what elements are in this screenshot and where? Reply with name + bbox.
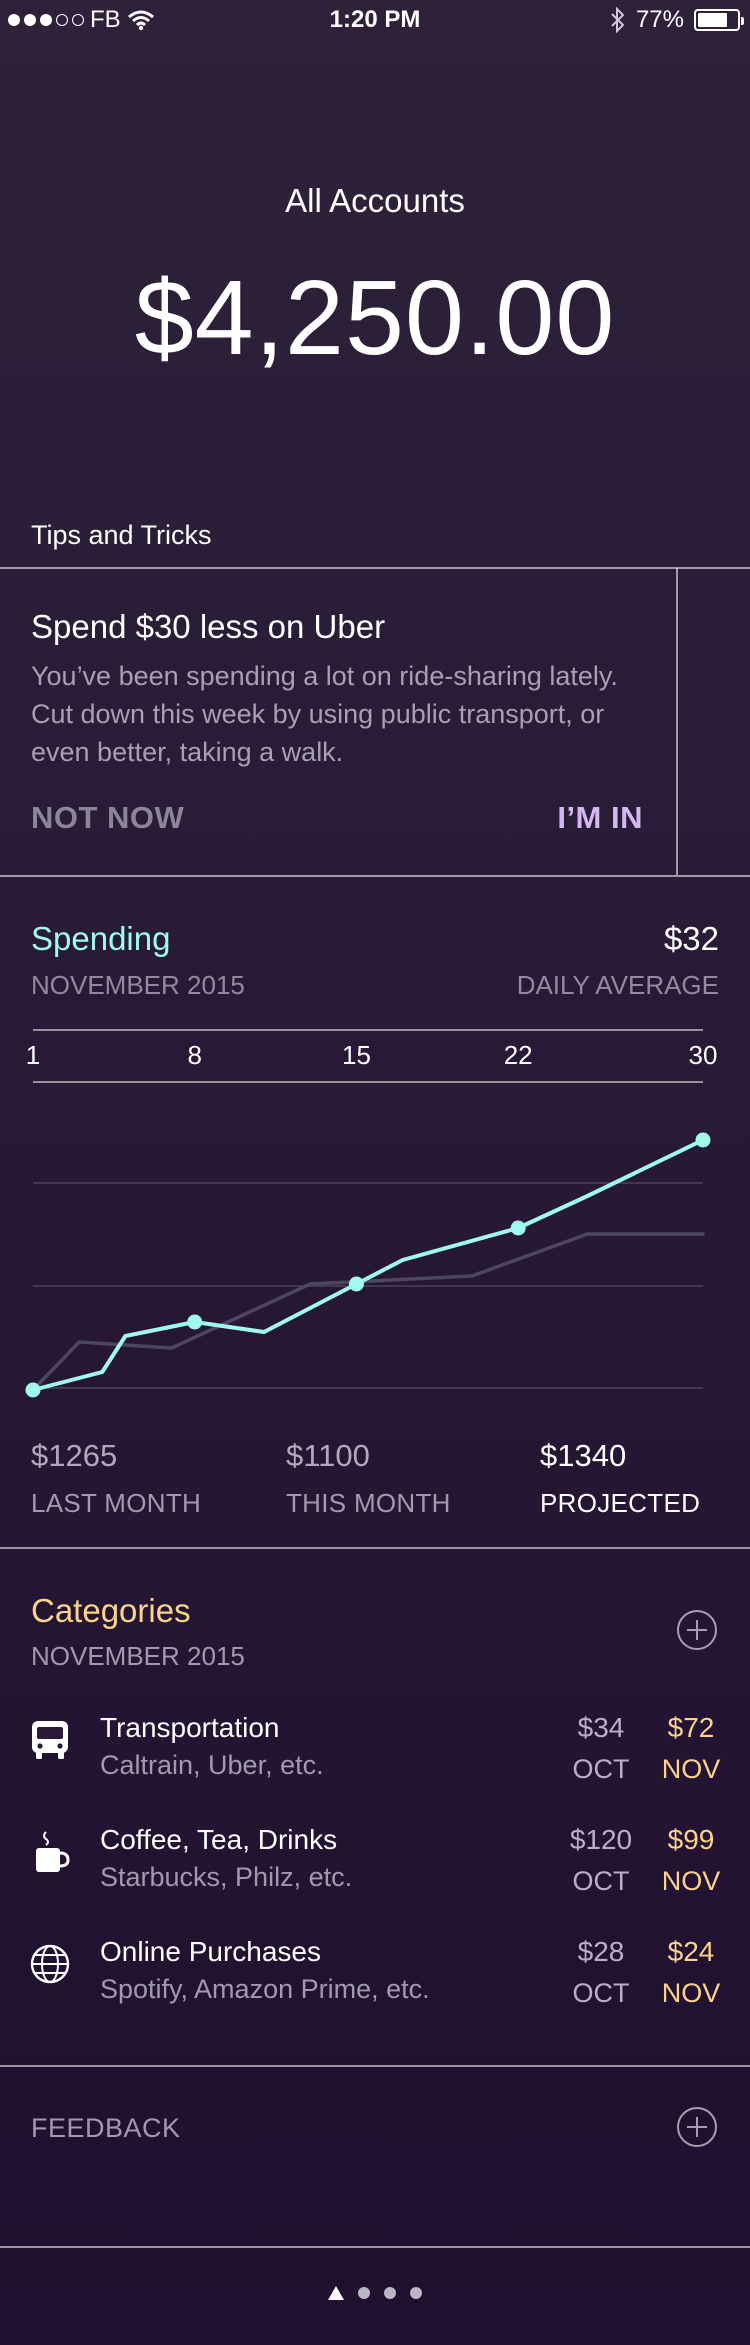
nov-value: $24 (667, 1936, 715, 1967)
page-dot[interactable] (384, 2287, 396, 2299)
oct-value: $120 (569, 1824, 633, 1855)
stat-projected: $1340 PROJECTED (540, 1438, 700, 1519)
category-row-transportation[interactable]: Transportation Caltrain, Uber, etc. $34 … (0, 1712, 750, 1792)
total-balance: $4,250.00 (134, 259, 616, 377)
category-name: Coffee, Tea, Drinks (100, 1824, 338, 1855)
accounts-title: All Accounts (285, 182, 465, 219)
add-category-button[interactable] (677, 1610, 717, 1650)
nov-label: NOV (661, 1978, 721, 2008)
category-name: Online Purchases (100, 1936, 322, 1967)
globe-icon (30, 1944, 70, 1984)
x-tick-label: 8 (187, 1040, 201, 1070)
tips-section-label: Tips and Tricks (31, 520, 212, 550)
not-now-button[interactable]: NOT NOW (31, 800, 184, 836)
category-name: Transportation (100, 1712, 280, 1743)
category-desc: Starbucks, Philz, etc. (100, 1862, 353, 1892)
current-page-indicator[interactable] (328, 2286, 344, 2300)
spending-line-chart: 1 8 15 22 30 (25, 1029, 718, 1398)
this-month-series-line (31, 1138, 705, 1392)
oct-label: OCT (572, 1866, 630, 1896)
nov-column: $24 NOV (646, 1936, 736, 2009)
categories-title: Categories (31, 1592, 191, 1629)
nov-value: $72 (667, 1712, 715, 1743)
daily-average-value: $32 (663, 920, 719, 957)
data-point (187, 1314, 203, 1330)
data-point (510, 1220, 526, 1236)
im-in-button[interactable]: I’M IN (557, 800, 643, 836)
oct-column: $28 OCT (556, 1936, 646, 2009)
stat-value: $1340 (540, 1438, 627, 1473)
nov-column: $72 NOV (646, 1712, 736, 1785)
status-bar: FB 1:20 PM 77% (0, 0, 750, 40)
spending-period: NOVEMBER 2015 (31, 970, 245, 1000)
page-indicator[interactable] (0, 2286, 750, 2300)
divider (0, 875, 750, 877)
feedback-label[interactable]: FEEDBACK (31, 2113, 181, 2144)
categories-period: NOVEMBER 2015 (31, 1641, 245, 1671)
category-desc: Spotify, Amazon Prime, etc. (100, 1974, 430, 2004)
stat-value: $1265 (31, 1438, 118, 1473)
divider (0, 2246, 750, 2248)
daily-average-label: DAILY AVERAGE (516, 970, 719, 1000)
stat-this-month: $1100 THIS MONTH (286, 1438, 451, 1519)
stat-value: $1100 (286, 1438, 370, 1473)
category-row-online-purchases[interactable]: Online Purchases Spotify, Amazon Prime, … (0, 1936, 750, 2016)
stat-label: THIS MONTH (286, 1488, 451, 1518)
oct-column: $120 OCT (556, 1824, 646, 1897)
stat-label: LAST MONTH (31, 1488, 202, 1518)
category-row-coffee[interactable]: Coffee, Tea, Drinks Starbucks, Philz, et… (0, 1824, 750, 1904)
x-tick-label: 30 (689, 1040, 718, 1070)
tip-body: You’ve been spending a lot on ride-shari… (31, 661, 618, 767)
battery-icon (694, 9, 744, 31)
bus-icon (32, 1721, 68, 1759)
oct-value: $34 (577, 1712, 625, 1743)
nov-column: $99 NOV (646, 1824, 736, 1897)
spending-title: Spending (31, 920, 171, 957)
tip-title: Spend $30 less on Uber (31, 608, 386, 645)
oct-value: $28 (577, 1936, 625, 1967)
nov-label: NOV (661, 1866, 721, 1896)
data-point (348, 1276, 364, 1292)
data-point (695, 1132, 711, 1148)
last-month-series-line (31, 1232, 705, 1392)
data-point (25, 1382, 41, 1398)
bluetooth-icon (611, 7, 625, 33)
divider (0, 2065, 750, 2067)
nov-value: $99 (667, 1824, 715, 1855)
divider (0, 567, 750, 569)
oct-label: OCT (572, 1978, 630, 2008)
status-right: 77% (610, 6, 744, 34)
x-tick-label: 1 (26, 1040, 40, 1070)
oct-label: OCT (572, 1754, 630, 1784)
nov-label: NOV (661, 1754, 721, 1784)
card-edge-divider (676, 568, 678, 875)
oct-column: $34 OCT (556, 1712, 646, 1785)
coffee-icon (36, 1831, 70, 1872)
x-tick-label: 22 (504, 1040, 533, 1070)
page-dot[interactable] (410, 2287, 422, 2299)
page-dot[interactable] (358, 2287, 370, 2299)
x-tick-label: 15 (342, 1040, 371, 1070)
stat-last-month: $1265 LAST MONTH (31, 1438, 201, 1519)
add-feedback-button[interactable] (677, 2107, 717, 2147)
stat-label: PROJECTED (540, 1488, 701, 1518)
battery-percent: 77% (635, 6, 684, 33)
divider (0, 1547, 750, 1549)
category-desc: Caltrain, Uber, etc. (100, 1750, 324, 1780)
